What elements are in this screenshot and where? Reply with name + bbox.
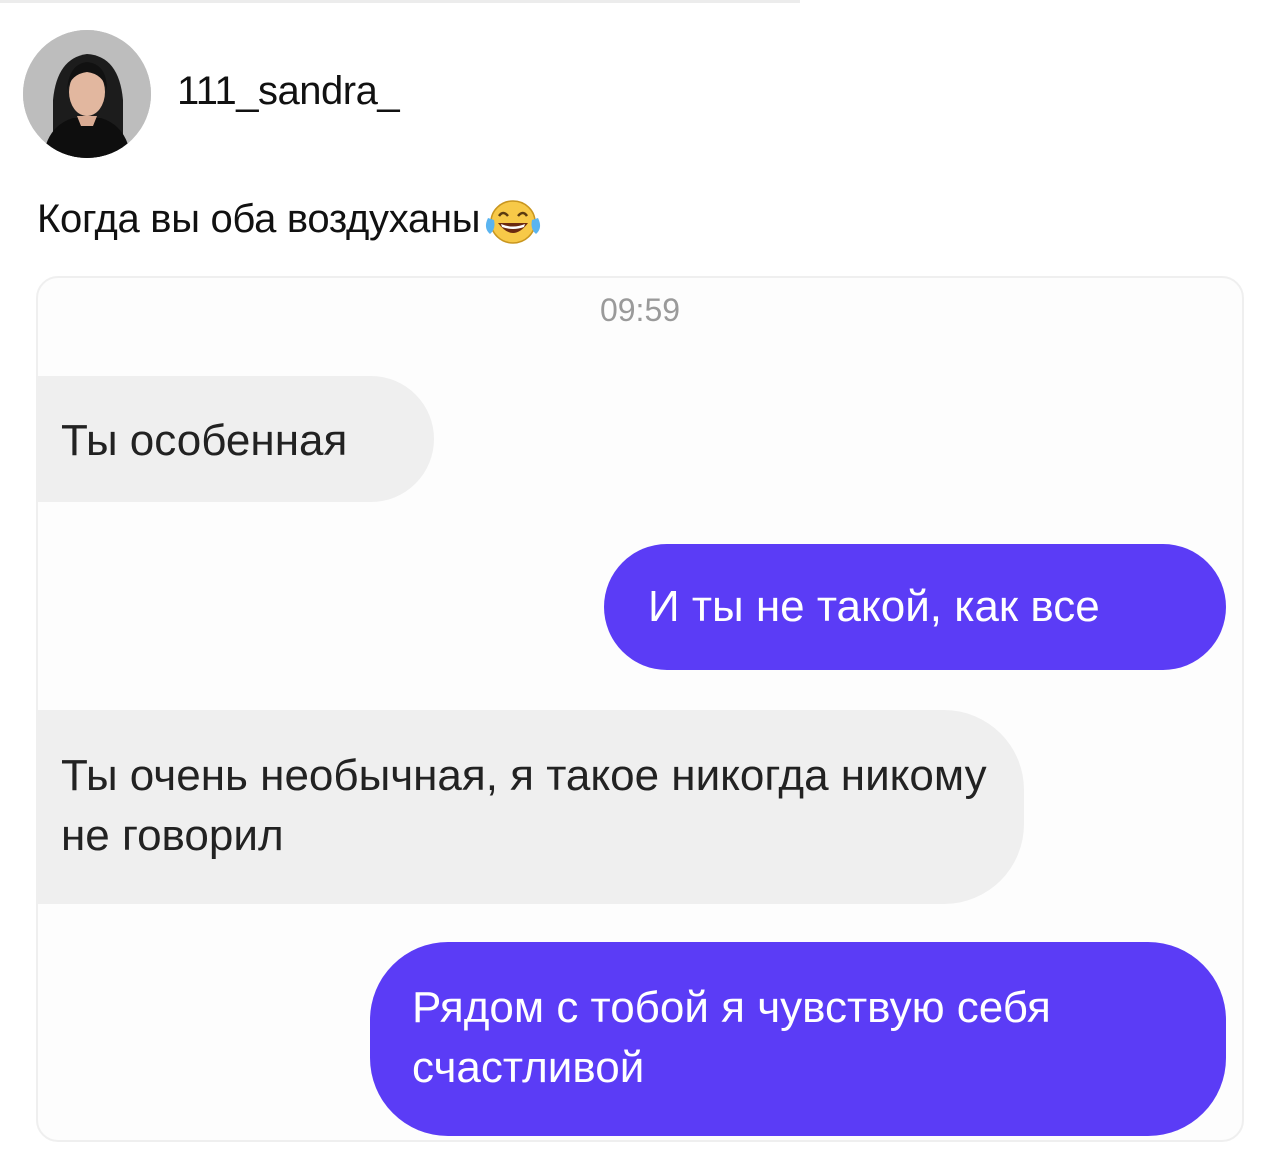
avatar-photo bbox=[23, 30, 151, 158]
face-with-tears-of-joy-icon bbox=[482, 196, 544, 246]
username[interactable]: 111_sandra_ bbox=[177, 69, 400, 114]
chat-screenshot: 09:59 Ты особенная И ты не такой, как вс… bbox=[36, 276, 1244, 1142]
message-text: Ты особенная bbox=[61, 416, 348, 465]
message-text: Рядом с тобой я чувствую себя счастливой bbox=[412, 983, 1051, 1092]
message-text: Ты очень необычная, я такое никогда нико… bbox=[61, 751, 987, 860]
incoming-message-bubble[interactable]: Ты особенная bbox=[38, 376, 434, 502]
avatar[interactable] bbox=[23, 30, 151, 158]
incoming-message-bubble[interactable]: Ты очень необычная, я такое никогда нико… bbox=[38, 710, 1024, 904]
post-header: 111_sandra_ bbox=[23, 30, 400, 158]
post-caption: Когда вы оба воздуханы bbox=[37, 192, 544, 246]
outgoing-message-bubble[interactable]: Рядом с тобой я чувствую себя счастливой bbox=[370, 942, 1226, 1136]
outgoing-message-bubble[interactable]: И ты не такой, как все bbox=[604, 544, 1226, 670]
message-timestamp: 09:59 bbox=[599, 292, 681, 328]
top-divider bbox=[0, 0, 800, 3]
caption-text: Когда вы оба воздуханы bbox=[37, 196, 481, 241]
message-text: И ты не такой, как все bbox=[648, 582, 1100, 631]
